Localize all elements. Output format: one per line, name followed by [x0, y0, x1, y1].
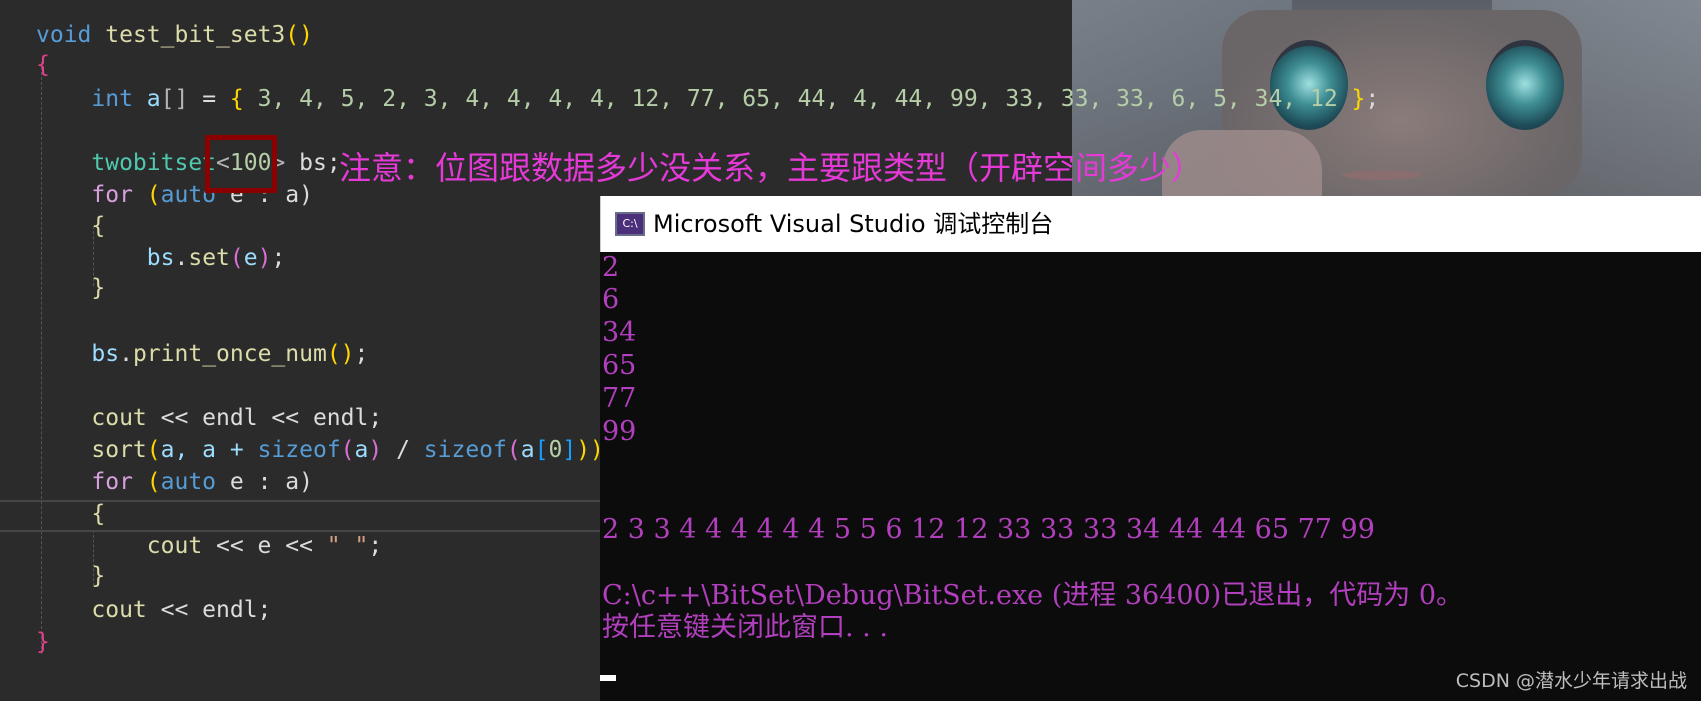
code-line-7[interactable]: bs.set(e);: [36, 244, 286, 272]
code-line-2[interactable]: {: [36, 51, 50, 79]
code-line-10[interactable]: cout << endl << endl;: [36, 404, 382, 432]
code-line-12[interactable]: for (auto e : a): [36, 468, 313, 496]
code-line-9[interactable]: bs.print_once_num();: [36, 340, 368, 368]
console-sorted-output: 2 3 3 4 4 4 4 4 4 5 5 6 12 12 33 33 33 3…: [602, 514, 1375, 545]
code-line-8[interactable]: }: [36, 274, 105, 302]
annotation-note: 注意：位图跟数据多少没关系，主要跟类型（开辟空间多少）: [339, 149, 1204, 187]
console-line: 99: [602, 416, 637, 447]
code-line-15[interactable]: }: [36, 562, 105, 590]
console-title-bar[interactable]: C:\ Microsoft Visual Studio 调试控制台: [600, 196, 1701, 252]
console-line: 77: [602, 383, 637, 414]
console-cursor: [600, 675, 616, 681]
debug-console-window[interactable]: C:\ Microsoft Visual Studio 调试控制台 2 6 34…: [600, 196, 1701, 701]
console-line: 65: [602, 350, 637, 381]
console-title: Microsoft Visual Studio 调试控制台: [653, 210, 1054, 238]
csdn-watermark: CSDN @潜水少年请求出战: [1455, 670, 1687, 692]
console-line: 6: [602, 284, 620, 315]
code-line-17[interactable]: }: [36, 628, 50, 656]
code-line-6[interactable]: {: [36, 212, 105, 240]
code-line-16[interactable]: cout << endl;: [36, 596, 271, 624]
code-line-14[interactable]: cout << e << " ";: [36, 532, 382, 560]
code-line-13[interactable]: {: [36, 500, 105, 528]
template-arg-highlight-box: [205, 135, 277, 193]
console-press-key-message: 按任意键关闭此窗口. . .: [602, 612, 888, 643]
eye-right-decoration: [1486, 40, 1564, 130]
code-line-1[interactable]: void test_bit_set3(): [36, 21, 313, 49]
console-output[interactable]: 2 6 34 65 77 99 2 3 3 4 4 4 4 4 4 5 5 6 …: [600, 252, 1701, 701]
console-exit-message: C:\c++\BitSet\Debug\BitSet.exe (进程 36400…: [602, 580, 1464, 611]
console-line: 34: [602, 317, 637, 348]
code-line-4[interactable]: twobitset<100> bs;: [36, 149, 340, 177]
code-line-11[interactable]: sort(a, a + sizeof(a) / sizeof(a[0]));: [36, 436, 617, 464]
console-app-icon: C:\: [615, 212, 645, 236]
code-line-3[interactable]: int a[] = { 3, 4, 5, 2, 3, 4, 4, 4, 4, 1…: [36, 85, 1379, 113]
console-line: 2: [602, 252, 620, 283]
